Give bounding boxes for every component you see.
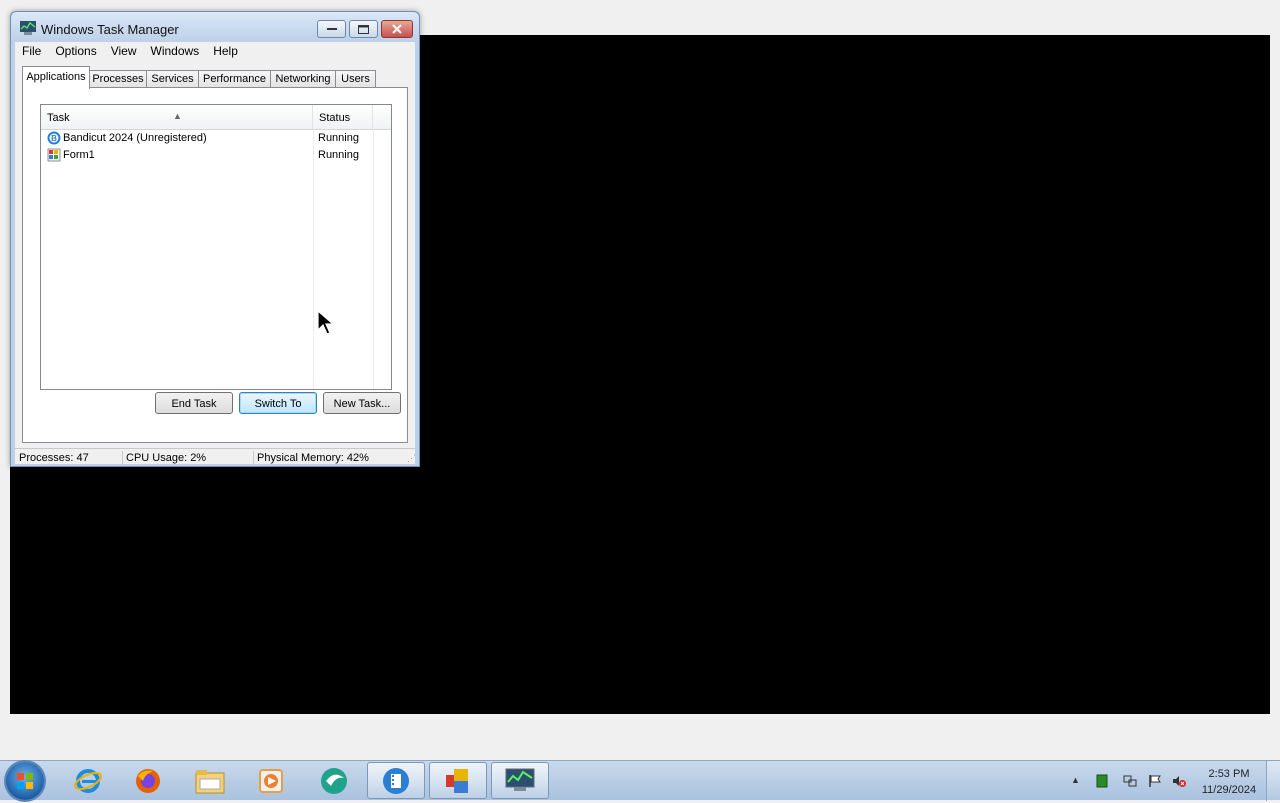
menu-file[interactable]: File — [15, 42, 48, 60]
task-manager-icon — [20, 21, 36, 35]
table-row[interactable]: Form1 Running — [41, 147, 391, 164]
column-divider — [373, 129, 374, 389]
minimize-icon — [326, 28, 337, 30]
physical-memory: Physical Memory: 42% — [257, 452, 369, 464]
column-task-label: Task — [47, 112, 70, 124]
new-task-button[interactable]: New Task... — [323, 392, 401, 414]
form-app-icon — [47, 148, 61, 162]
task-manager-taskbar-button[interactable] — [491, 762, 549, 799]
firefox-taskbar-button[interactable] — [119, 762, 177, 799]
task-manager-window[interactable]: Windows Task Manager File Options View W… — [10, 11, 420, 467]
window-title: Windows Task Manager — [41, 22, 179, 37]
task-status: Running — [318, 132, 359, 144]
action-center-flag-icon[interactable] — [1148, 774, 1162, 788]
cpu-usage: CPU Usage: 2% — [124, 451, 254, 465]
column-divider — [313, 129, 314, 389]
clock-time: 2:53 PM — [1208, 768, 1250, 780]
task-status: Running — [318, 149, 359, 161]
applications-panel: ▲ Task Status B Bandicut 2024 (Unregiste… — [22, 87, 408, 443]
maximize-icon — [358, 24, 369, 34]
internet-explorer-icon — [74, 768, 102, 793]
resize-grip-icon[interactable]: ⋰ — [407, 453, 416, 464]
form-app-taskbar-button[interactable] — [429, 762, 487, 799]
file-explorer-taskbar-button[interactable] — [181, 762, 239, 799]
task-name: Bandicut 2024 (Unregistered) — [63, 132, 207, 144]
list-header: ▲ Task Status — [41, 105, 391, 130]
close-icon — [392, 24, 402, 34]
title-bar[interactable]: Windows Task Manager — [11, 12, 419, 42]
media-player-taskbar-button[interactable] — [242, 762, 300, 799]
tab-services[interactable]: Services — [146, 70, 199, 88]
app-taskbar-button[interactable] — [305, 762, 363, 799]
task-list[interactable]: ▲ Task Status B Bandicut 2024 (Unregiste… — [40, 104, 392, 390]
tab-performance[interactable]: Performance — [198, 70, 271, 88]
svg-text:B: B — [51, 134, 57, 143]
end-task-button[interactable]: End Task — [155, 392, 233, 414]
file-explorer-icon — [195, 769, 225, 793]
network-icon[interactable] — [1123, 774, 1137, 788]
tab-processes[interactable]: Processes — [89, 70, 147, 88]
windows-logo-icon — [17, 773, 33, 789]
taskbar: ▲ 2:53 PM 11/29/2024 — [0, 760, 1280, 801]
menu-view[interactable]: View — [104, 42, 144, 60]
table-row[interactable]: B Bandicut 2024 (Unregistered) Running — [41, 130, 391, 147]
show-hidden-icons-button[interactable]: ▲ — [1071, 775, 1080, 785]
column-header-task[interactable]: ▲ Task — [41, 105, 313, 129]
clock-date: 11/29/2024 — [1201, 784, 1257, 796]
tab-users[interactable]: Users — [335, 70, 376, 88]
bandicut-taskbar-button[interactable] — [367, 762, 425, 799]
menu-windows[interactable]: Windows — [144, 42, 207, 60]
processes-count: Processes: 47 — [17, 451, 123, 465]
bandicut-taskbar-icon — [383, 767, 409, 794]
menu-help[interactable]: Help — [206, 42, 245, 60]
app-icon — [321, 767, 347, 794]
menu-options[interactable]: Options — [48, 42, 103, 60]
status-bar: Processes: 47 CPU Usage: 2% Physical Mem… — [15, 448, 416, 465]
firefox-icon — [136, 768, 160, 793]
mouse-cursor-icon — [317, 310, 335, 335]
column-header-status[interactable]: Status — [313, 105, 373, 129]
tab-networking[interactable]: Networking — [270, 70, 336, 88]
switch-to-button[interactable]: Switch To — [239, 392, 317, 414]
minimize-button[interactable] — [317, 20, 346, 38]
system-clock[interactable]: 2:53 PM 11/29/2024 — [1192, 766, 1266, 798]
task-manager-taskbar-icon — [505, 768, 535, 791]
maximize-button[interactable] — [349, 20, 378, 38]
tray-green-icon[interactable] — [1095, 774, 1109, 788]
bandicut-icon: B — [47, 131, 61, 145]
volume-muted-icon[interactable] — [1172, 774, 1186, 788]
tab-applications[interactable]: Applications — [22, 66, 90, 89]
media-player-icon — [259, 768, 283, 793]
start-button[interactable] — [6, 762, 44, 800]
window-client-area: File Options View Windows Help Applicati… — [15, 42, 416, 465]
sort-ascending-icon: ▲ — [173, 111, 182, 121]
internet-explorer-taskbar-button[interactable] — [59, 762, 117, 799]
task-name: Form1 — [63, 149, 95, 161]
menu-bar: File Options View Windows Help — [15, 42, 415, 60]
column-status-label: Status — [319, 112, 351, 124]
close-button[interactable] — [381, 20, 413, 38]
show-desktop-button[interactable] — [1266, 761, 1280, 801]
form-app-taskbar-icon — [446, 768, 468, 793]
